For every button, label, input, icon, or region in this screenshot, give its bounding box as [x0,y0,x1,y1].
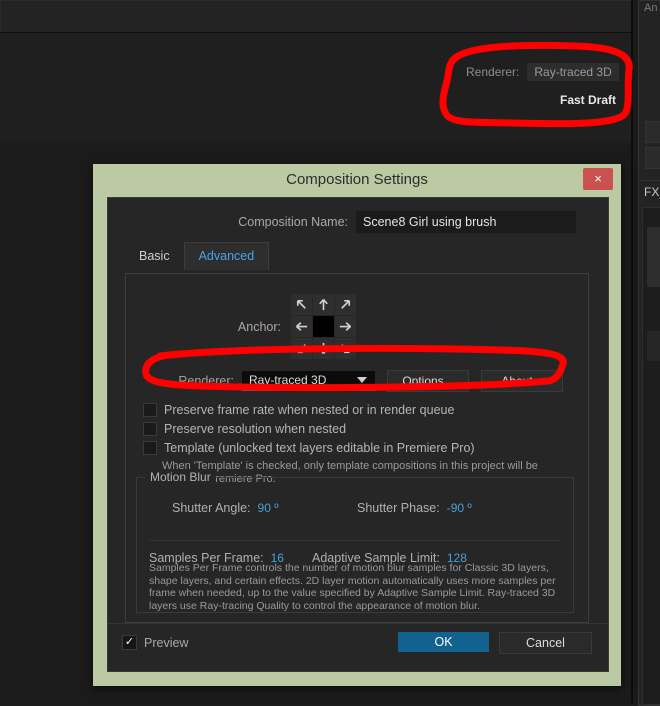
ok-button[interactable]: OK [398,632,489,652]
advanced-tab-pane: Anchor: Renderer: Ray-traced 3D Options.… [125,273,589,623]
checkbox-template[interactable]: Template (unlocked text layers editable … [143,441,475,455]
right-panel-bottom[interactable]: FX_ [638,180,660,706]
cancel-button[interactable]: Cancel [499,632,592,654]
background-renderer-value[interactable]: Ray-traced 3D [527,63,619,81]
right-panel-top[interactable]: An [638,0,660,188]
right-panel-bottom-caption: FX_ [644,185,660,199]
anchor-label: Anchor: [237,319,281,334]
shutter-angle-field[interactable]: Shutter Angle: 90 º [172,501,279,515]
anchor-center [313,316,334,337]
renderer-select-value: Ray-traced 3D [249,373,327,387]
arrow-down-icon[interactable] [313,338,334,359]
composition-name-label: Composition Name: [238,215,348,229]
middle-panel [0,33,633,143]
renderer-about-button[interactable]: About... [481,370,563,392]
arrow-up-icon[interactable] [313,294,334,315]
tab-advanced[interactable]: Advanced [183,242,270,270]
chevron-down-icon [357,377,367,383]
tab-basic[interactable]: Basic [125,243,184,270]
checkbox-box[interactable] [143,403,157,417]
arrow-left-icon[interactable] [291,316,312,337]
composition-name-row: Composition Name: Scene8 Girl using brus… [108,211,608,233]
checkbox-box[interactable]: ✓ [122,635,137,650]
shutter-phase-label: Shutter Phase: [357,501,440,515]
renderer-row: Renderer: Ray-traced 3D Options... About… [126,370,588,392]
arrow-down-right-icon[interactable] [335,338,356,359]
arrow-up-left-icon[interactable] [291,294,312,315]
checkbox-preserve-resolution[interactable]: Preserve resolution when nested [143,422,346,436]
fast-draft-label: Fast Draft [560,93,617,107]
shutter-angle-value[interactable]: 90 º [258,501,279,515]
arrow-down-left-icon[interactable] [291,338,312,359]
shutter-phase-field[interactable]: Shutter Phase: -90 º [357,501,472,515]
motion-blur-divider [149,540,561,541]
preview-label: Preview [144,635,189,650]
composition-name-input[interactable]: Scene8 Girl using brush [356,211,576,233]
background-renderer-readout: Renderer: Ray-traced 3D [466,63,619,81]
anchor-grid [291,294,356,359]
checkbox-label: Template (unlocked text layers editable … [164,441,475,455]
preview-checkbox[interactable]: ✓ Preview [122,635,188,650]
checkbox-label: Preserve resolution when nested [164,422,347,436]
right-panel-top-item-1[interactable] [645,121,660,143]
top-panel [0,0,633,33]
anchor-row: Anchor: [126,294,588,359]
dialog-body: Composition Name: Scene8 Girl using brus… [107,197,609,672]
renderer-options-button[interactable]: Options... [387,370,469,392]
arrow-right-icon[interactable] [335,316,356,337]
shutter-angle-label: Shutter Angle: [172,501,251,515]
motion-blur-caption: Motion Blur [145,470,216,484]
checkbox-preserve-frame-rate[interactable]: Preserve frame rate when nested or in re… [143,403,454,417]
checkbox-box[interactable] [143,441,157,455]
checkbox-box[interactable] [143,422,157,436]
footer-divider [108,623,608,624]
right-panel-thumbnail-1[interactable] [647,227,660,287]
composition-settings-dialog: Composition Settings × Composition Name:… [93,164,621,686]
dialog-title-bar: Composition Settings × [93,164,621,197]
checkbox-label: Preserve frame rate when nested or in re… [164,403,455,417]
shutter-phase-value[interactable]: -90 º [447,501,472,515]
dialog-title: Composition Settings [286,171,428,188]
close-icon[interactable]: × [583,168,613,190]
dialog-footer: ✓ Preview OK Cancel [108,623,608,671]
right-panel-top-item-2[interactable] [645,147,660,169]
renderer-label: Renderer: [178,374,234,388]
renderer-select[interactable]: Ray-traced 3D [242,371,375,391]
motion-blur-group: Motion Blur Shutter Angle: 90 º Shutter … [136,470,574,613]
arrow-up-right-icon[interactable] [335,294,356,315]
right-panel-top-caption: An [644,2,658,14]
background-renderer-label: Renderer: [466,65,520,79]
motion-blur-note: Samples Per Frame controls the number of… [149,562,556,612]
right-panel-thumbnail-2[interactable] [647,331,660,361]
dialog-tabs: Basic Advanced [125,242,270,270]
